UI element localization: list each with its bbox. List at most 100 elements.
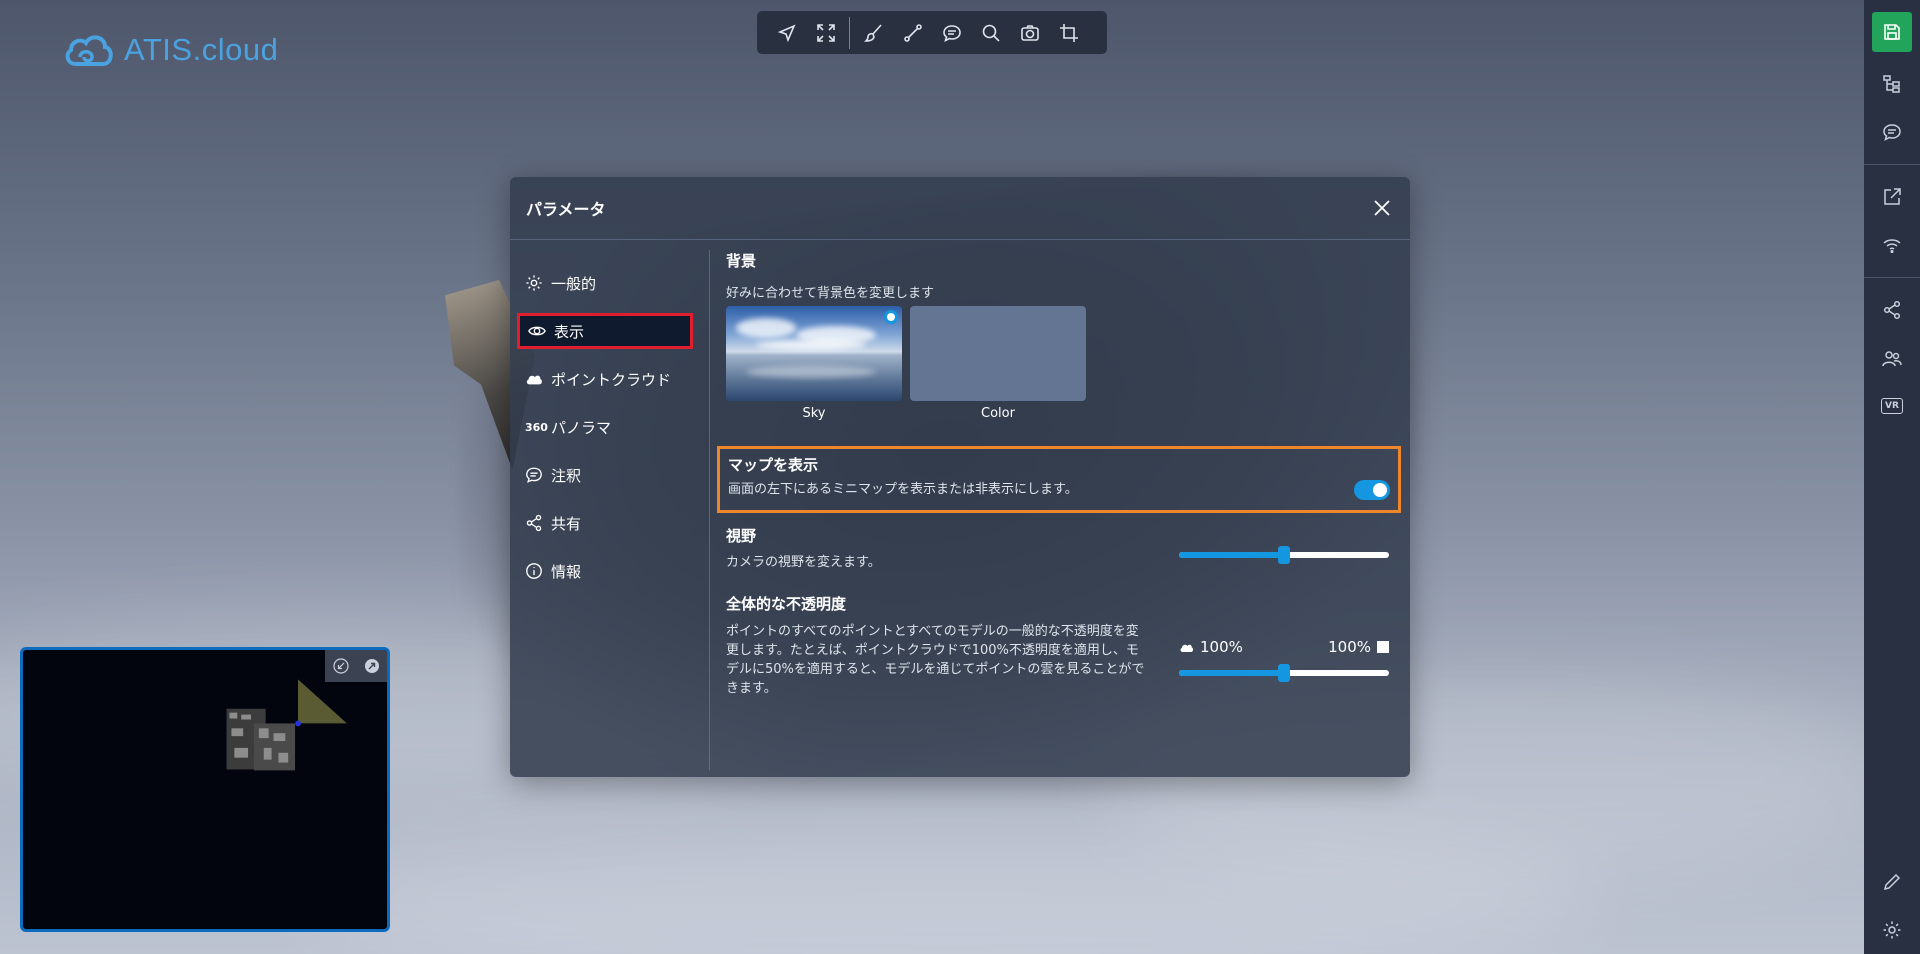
opacity-slider-fill bbox=[1179, 670, 1284, 676]
logo-text: ATIS.cloud bbox=[124, 32, 279, 67]
crop-button[interactable] bbox=[1049, 11, 1088, 54]
share-sidebar-button[interactable] bbox=[1864, 286, 1920, 334]
nav-item-label: ポイントクラウド bbox=[551, 370, 672, 389]
gear-icon bbox=[526, 275, 542, 291]
fov-slider-fill bbox=[1179, 552, 1284, 558]
dialog-title: パラメータ bbox=[526, 200, 606, 219]
pointcloud-opacity-label: 100% bbox=[1200, 638, 1243, 656]
cloud-logo-icon bbox=[65, 35, 113, 66]
nav-item-general[interactable]: 一般的 bbox=[517, 265, 693, 301]
minimap[interactable] bbox=[20, 647, 390, 932]
nav-item-label: 一般的 bbox=[551, 274, 597, 293]
search-icon bbox=[982, 24, 1000, 42]
selected-radio bbox=[884, 310, 898, 324]
model-opacity-label: 100% bbox=[1328, 638, 1371, 656]
pencil-icon bbox=[1883, 873, 1901, 891]
sky-thumbnail bbox=[726, 306, 902, 401]
nav-item-share[interactable]: 共有 bbox=[517, 505, 693, 541]
nav-item-info[interactable]: 情報 bbox=[517, 553, 693, 589]
vr-icon: VR bbox=[1881, 398, 1903, 414]
nav-item-label: パノラマ bbox=[551, 418, 612, 437]
sidebar-divider bbox=[1864, 164, 1920, 165]
fov-slider[interactable] bbox=[1179, 546, 1389, 564]
close-button[interactable] bbox=[1370, 196, 1394, 220]
brush-icon bbox=[863, 23, 882, 42]
top-toolbar bbox=[757, 11, 1107, 54]
save-button[interactable] bbox=[1872, 12, 1912, 52]
eye-icon bbox=[528, 326, 546, 336]
settings-content: 背景 好みに合わせて背景色を変更します Sky Color マップを表示 画面の… bbox=[710, 240, 1410, 777]
external-link-icon bbox=[1884, 188, 1901, 205]
search-button[interactable] bbox=[971, 11, 1010, 54]
nav-item-pointcloud[interactable]: ポイントクラウド bbox=[517, 361, 693, 397]
opacity-labels: 100% 100% bbox=[1179, 638, 1389, 656]
background-option-label: Sky bbox=[802, 406, 826, 421]
info-icon bbox=[526, 563, 542, 579]
tree-icon bbox=[1883, 75, 1900, 93]
camera-icon bbox=[1020, 24, 1039, 41]
share-icon bbox=[526, 514, 542, 532]
settings-nav: 一般的 表示 ポイントクラウド 360 パノラマ 注釈 共有 情報 bbox=[510, 250, 710, 770]
fullscreen-button[interactable] bbox=[806, 11, 845, 54]
background-description: 好みに合わせて背景色を変更します bbox=[726, 286, 935, 301]
right-sidebar: VR bbox=[1864, 0, 1920, 954]
wifi-button[interactable] bbox=[1864, 221, 1920, 269]
fov-title: 視野 bbox=[726, 527, 757, 545]
comment-icon bbox=[1883, 124, 1901, 141]
share-icon bbox=[1883, 300, 1901, 320]
fullscreen-icon bbox=[816, 23, 835, 42]
gear-icon bbox=[1883, 921, 1901, 939]
wifi-icon bbox=[1883, 239, 1901, 254]
nav-item-label: 共有 bbox=[551, 514, 582, 533]
model-icon bbox=[1377, 641, 1389, 653]
fov-section: 視野 カメラの視野を変えます。 bbox=[726, 525, 1406, 572]
navigate-button[interactable] bbox=[767, 11, 806, 54]
background-section: 背景 好みに合わせて背景色を変更します Sky Color bbox=[726, 250, 1400, 421]
color-thumbnail bbox=[910, 306, 1086, 401]
sidebar-divider bbox=[1864, 277, 1920, 278]
nav-item-label: 注釈 bbox=[551, 466, 582, 485]
360-icon: 360 bbox=[525, 420, 548, 434]
background-title: 背景 bbox=[726, 252, 757, 270]
opacity-slider[interactable] bbox=[1179, 664, 1389, 682]
edit-button[interactable] bbox=[1864, 858, 1920, 906]
users-button[interactable] bbox=[1864, 334, 1920, 382]
opacity-slider-thumb[interactable] bbox=[1278, 664, 1290, 682]
cloud-icon bbox=[1180, 644, 1194, 652]
comments-button[interactable] bbox=[1864, 108, 1920, 156]
cloud-icon bbox=[526, 375, 542, 385]
fov-slider-thumb[interactable] bbox=[1278, 546, 1290, 564]
background-option-color[interactable]: Color bbox=[910, 306, 1086, 421]
opacity-title: 全体的な不透明度 bbox=[726, 595, 847, 613]
users-icon bbox=[1882, 351, 1902, 367]
settings-button[interactable] bbox=[1864, 906, 1920, 954]
opacity-description: ポイントのすべてのポイントとすべてのモデルの一般的な不透明度を変更します。たとえ… bbox=[726, 624, 1145, 696]
comment-button[interactable] bbox=[932, 11, 971, 54]
measure-button[interactable] bbox=[893, 11, 932, 54]
show-map-toggle[interactable] bbox=[1354, 480, 1390, 500]
nav-item-label: 表示 bbox=[554, 322, 585, 341]
background-option-label: Color bbox=[981, 406, 1015, 421]
nav-item-label: 情報 bbox=[551, 562, 582, 581]
show-map-section: マップを表示 画面の左下にあるミニマップを表示または非表示にします。 bbox=[717, 446, 1401, 513]
show-map-title: マップを表示 bbox=[728, 456, 819, 474]
save-icon bbox=[1884, 24, 1900, 40]
nav-item-display[interactable]: 表示 bbox=[517, 313, 693, 349]
vr-button[interactable]: VR bbox=[1864, 382, 1920, 430]
external-link-button[interactable] bbox=[1864, 173, 1920, 221]
camera-button[interactable] bbox=[1010, 11, 1049, 54]
nav-item-annotation[interactable]: 注釈 bbox=[517, 457, 693, 493]
minimap-canvas bbox=[226, 679, 347, 771]
show-map-description: 画面の左下にあるミニマップを表示または非表示にします。 bbox=[728, 482, 1078, 497]
opacity-section: 全体的な不透明度 ポイントのすべてのポイントとすべてのモデルの一般的な不透明度を… bbox=[726, 593, 1406, 698]
background-option-sky[interactable]: Sky bbox=[726, 306, 902, 421]
navigate-icon bbox=[777, 23, 796, 42]
tree-button[interactable] bbox=[1864, 60, 1920, 108]
app-logo: ATIS.cloud bbox=[62, 30, 278, 70]
close-icon bbox=[1374, 200, 1390, 216]
brush-button[interactable] bbox=[854, 11, 893, 54]
nav-item-panorama[interactable]: 360 パノラマ bbox=[517, 409, 693, 445]
toolbar-separator bbox=[849, 16, 850, 49]
annotation-icon bbox=[526, 467, 542, 483]
comment-icon bbox=[942, 24, 961, 42]
